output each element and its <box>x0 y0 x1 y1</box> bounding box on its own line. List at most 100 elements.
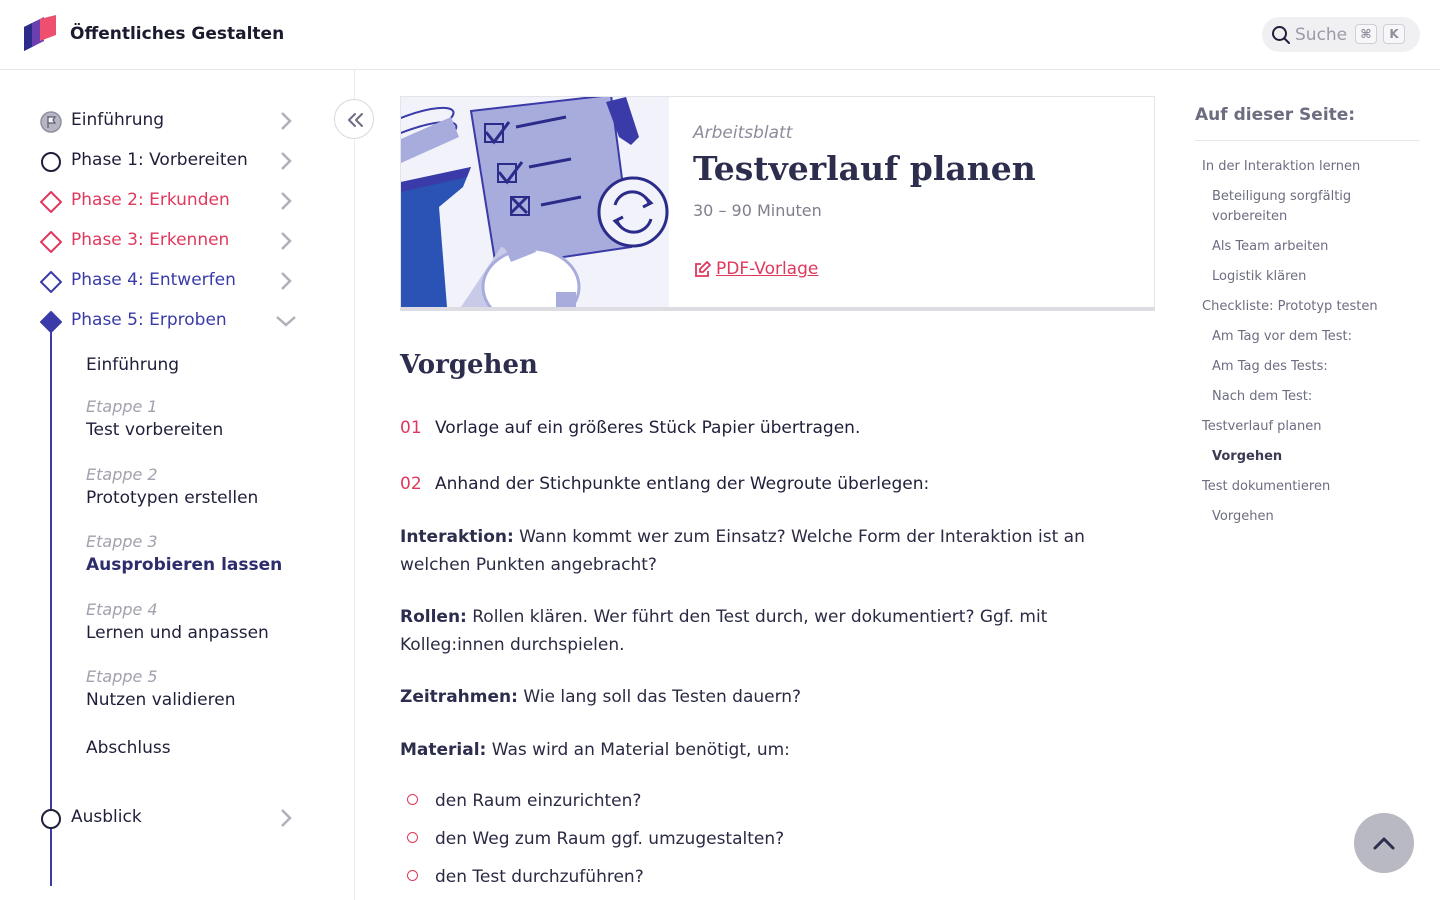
list-item: den Weg zum Raum ggf. umzugestalten? <box>400 829 784 849</box>
toc-title: Auf dieser Seite: <box>1195 105 1356 125</box>
stage-number: Etappe 1 <box>86 397 158 416</box>
step-text: Anhand der Stichpunkte entlang der Wegro… <box>435 474 930 494</box>
chevron-right-icon[interactable] <box>276 191 296 211</box>
search-icon <box>1272 26 1290 44</box>
definition-term: Zeitrahmen: <box>400 687 518 707</box>
stage-title: Test vorbereiten <box>86 420 224 440</box>
list-item: den Test durchzuführen? <box>400 867 644 887</box>
sidebar-subitem-einfuehrung[interactable]: Einführung <box>86 353 179 377</box>
sidebar-subitem-etappe-2[interactable]: Etappe 2 Prototypen erstellen <box>86 464 258 510</box>
toc-link[interactable]: In der Interaktion lernen <box>1202 157 1402 177</box>
sidebar-subitem-etappe-4[interactable]: Etappe 4 Lernen und anpassen <box>86 599 269 645</box>
step-text: Vorlage auf ein größeres Stück Papier üb… <box>435 418 861 438</box>
list-item-text: den Test durchzuführen? <box>435 867 644 887</box>
top-header: Öffentliches Gestalten Suche ⌘ K <box>0 0 1440 70</box>
sidebar-item-phase-4[interactable]: Phase 4: Entwerfen <box>38 265 300 295</box>
toc-link-active[interactable]: Vorgehen <box>1212 447 1397 467</box>
chevron-right-icon[interactable] <box>276 231 296 251</box>
bullet-circle-icon <box>407 794 418 805</box>
section-heading: Vorgehen <box>400 350 538 380</box>
definition-paragraph: Interaktion: Wann kommt wer zum Einsatz?… <box>400 523 1140 579</box>
k-key-label: K <box>1383 24 1405 44</box>
circle-icon <box>41 152 61 172</box>
sidebar-item-label: Phase 5: Erproben <box>71 310 227 330</box>
sidebar-item-phase-3[interactable]: Phase 3: Erkennen <box>38 225 300 255</box>
sidebar-item-label: Phase 3: Erkennen <box>71 230 230 250</box>
stage-number: Etappe 5 <box>86 667 158 686</box>
sidebar-item-phase-1[interactable]: Phase 1: Vorbereiten <box>38 145 300 175</box>
toc-link[interactable]: Am Tag vor dem Test: <box>1212 327 1397 347</box>
chevron-right-icon[interactable] <box>276 111 296 131</box>
diamond-icon <box>40 191 62 213</box>
double-chevron-left-icon <box>348 113 363 127</box>
collapse-sidebar-button[interactable] <box>334 99 374 139</box>
scroll-to-top-button[interactable] <box>1354 813 1414 873</box>
diamond-icon <box>40 231 62 253</box>
toc-link[interactable]: Testverlauf planen <box>1202 417 1402 437</box>
sidebar-item-einfuehrung[interactable]: Einführung <box>38 105 300 135</box>
sidebar-item-ausblick[interactable]: Ausblick <box>38 802 300 832</box>
chevron-down-icon[interactable] <box>276 311 296 331</box>
toc-link[interactable]: Test dokumentieren <box>1202 477 1402 497</box>
toc-link[interactable]: Vorgehen <box>1212 507 1397 527</box>
divider <box>400 69 1155 70</box>
sidebar-subitem-label: Einführung <box>86 355 180 375</box>
sidebar-item-phase-5[interactable]: Phase 5: Erproben <box>38 305 300 335</box>
stage-number: Etappe 2 <box>86 465 158 484</box>
sidebar-subitem-etappe-1[interactable]: Etappe 1 Test vorbereiten <box>86 396 223 442</box>
toc-link[interactable]: Am Tag des Tests: <box>1212 357 1397 377</box>
toc-link[interactable]: Checkliste: Prototyp testen <box>1202 297 1402 317</box>
sidebar-subitem-etappe-5[interactable]: Etappe 5 Nutzen validieren <box>86 666 235 712</box>
sidebar-item-label: Phase 1: Vorbereiten <box>71 150 248 170</box>
step-item: 01 Vorlage auf ein größeres Stück Papier … <box>400 418 860 438</box>
flag-icon <box>40 111 62 133</box>
toc-link[interactable]: Nach dem Test: <box>1212 387 1397 407</box>
chevron-right-icon[interactable] <box>276 271 296 291</box>
definition-text: Rollen klären. Wer führt den Test durch,… <box>400 607 1048 655</box>
stage-number: Etappe 3 <box>86 532 158 551</box>
card-title: Testverlauf planen <box>693 149 1036 188</box>
definition-term: Material: <box>400 740 487 760</box>
definition-term: Rollen: <box>400 607 467 627</box>
sidebar-item-label: Phase 2: Erkunden <box>71 190 230 210</box>
pdf-link-label: PDF-Vorlage <box>716 259 819 279</box>
toc-link[interactable]: Logistik klären <box>1212 267 1397 287</box>
chevron-right-icon[interactable] <box>276 151 296 171</box>
card-kicker: Arbeitsblatt <box>693 123 793 143</box>
pdf-template-link[interactable]: PDF-Vorlage <box>693 259 818 279</box>
chevron-right-icon[interactable] <box>276 808 296 828</box>
bullet-circle-icon <box>407 832 418 843</box>
sidebar-subitem-abschluss[interactable]: Abschluss <box>86 736 171 760</box>
stage-title: Nutzen validieren <box>86 690 236 710</box>
definition-text: Was wird an Material benötigt, um: <box>486 740 790 760</box>
step-number: 01 <box>400 418 422 438</box>
card-duration: 30 – 90 Minuten <box>693 201 822 220</box>
checklist-illustration-icon <box>401 97 669 307</box>
sidebar-subitem-etappe-3[interactable]: Etappe 3 Ausprobieren lassen <box>86 531 282 577</box>
bullet-circle-icon <box>407 870 418 881</box>
step-number: 02 <box>400 474 422 494</box>
toc-link[interactable]: Beteiligung sorgfältig vorbereiten <box>1212 187 1397 227</box>
definition-paragraph: Material: Was wird an Material benötigt,… <box>400 736 1140 764</box>
stage-title: Prototypen erstellen <box>86 488 259 508</box>
cmd-key-icon: ⌘ <box>1355 24 1377 44</box>
step-item: 02 Anhand der Stichpunkte entlang der Weg… <box>400 474 929 494</box>
sidebar-item-phase-2[interactable]: Phase 2: Erkunden <box>38 185 300 215</box>
diamond-icon <box>40 271 62 293</box>
definition-paragraph: Zeitrahmen: Wie lang soll das Testen dau… <box>400 683 1140 711</box>
divider <box>1195 140 1420 141</box>
list-item: den Raum einzurichten? <box>400 791 641 811</box>
stage-title: Lernen und anpassen <box>86 623 269 643</box>
sidebar-item-label: Einführung <box>71 110 165 130</box>
sidebar-item-label: Phase 4: Entwerfen <box>71 270 236 290</box>
search-placeholder: Suche <box>1295 25 1348 45</box>
definition-term: Interaktion: <box>400 527 514 547</box>
brand-title[interactable]: Öffentliches Gestalten <box>70 24 284 44</box>
search-button[interactable]: Suche ⌘ K <box>1262 17 1420 52</box>
definition-paragraph: Rollen: Rollen klären. Wer führt den Tes… <box>400 603 1140 659</box>
circle-icon <box>41 809 61 829</box>
toc-link[interactable]: Als Team arbeiten <box>1212 237 1397 257</box>
edit-icon <box>695 261 711 277</box>
list-item-text: den Raum einzurichten? <box>435 791 642 811</box>
logo-icon[interactable] <box>22 15 58 53</box>
